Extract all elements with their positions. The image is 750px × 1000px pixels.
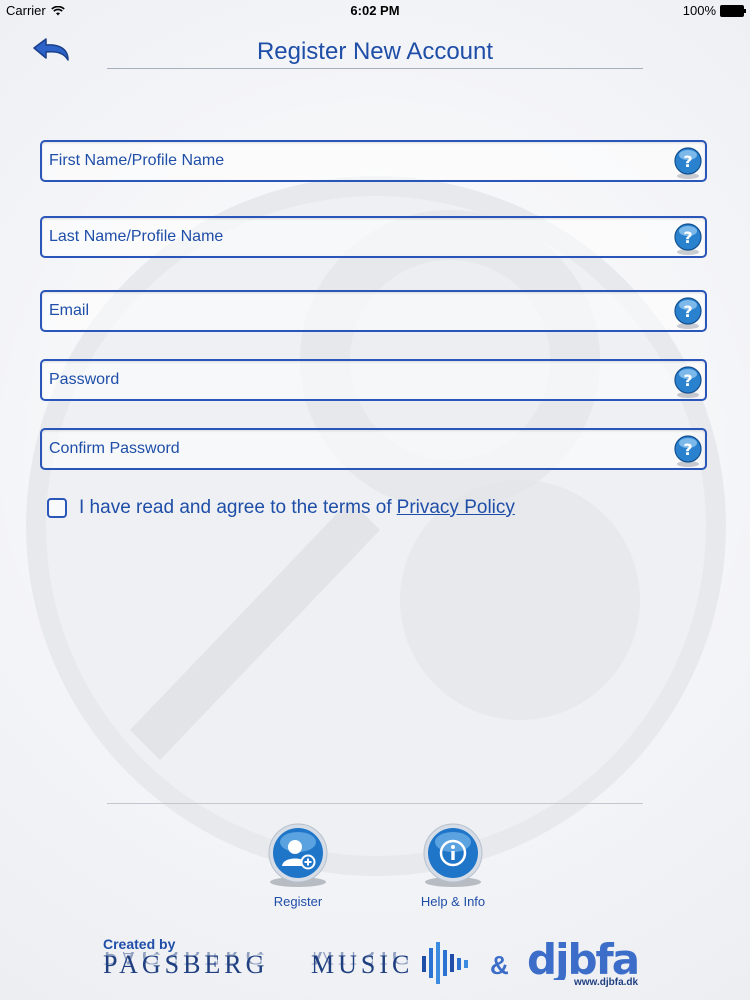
confirm-password-input[interactable] — [49, 430, 649, 468]
svg-text:?: ? — [683, 152, 692, 171]
first-name-input[interactable] — [49, 142, 649, 180]
privacy-policy-link[interactable]: Privacy Policy — [397, 497, 515, 519]
title-divider — [107, 68, 643, 69]
register-button[interactable]: Register — [243, 822, 353, 909]
password-field: ? — [40, 359, 707, 401]
svg-text:?: ? — [683, 371, 692, 390]
question-mark-icon[interactable]: ? — [673, 296, 703, 330]
djbfa-logo: djbfa — [527, 935, 640, 980]
email-input[interactable] — [49, 292, 649, 330]
battery-label: 100% — [682, 3, 716, 18]
status-time: 6:02 PM — [350, 3, 400, 18]
svg-text:?: ? — [683, 302, 692, 321]
help-info-button[interactable]: Help & Info — [398, 822, 508, 909]
confirm-password-field: ? — [40, 428, 707, 470]
password-input[interactable] — [49, 361, 649, 399]
background-watermark-icon — [26, 176, 726, 876]
status-bar: Carrier 6:02 PM 100% — [0, 0, 750, 22]
music-logo-reflection: MUSIC — [311, 941, 414, 970]
question-mark-icon[interactable]: ? — [673, 222, 703, 256]
info-icon — [423, 823, 483, 887]
ampersand-label: & — [490, 950, 509, 980]
battery-icon — [720, 4, 746, 17]
email-field: ? — [40, 290, 707, 332]
add-user-icon — [268, 823, 328, 887]
first-name-field: ? — [40, 140, 707, 182]
terms-checkbox[interactable] — [47, 498, 67, 518]
svg-text:?: ? — [683, 228, 692, 247]
page-title: Register New Account — [256, 38, 494, 65]
help-info-label: Help & Info — [420, 894, 486, 909]
sound-wave-icon — [422, 942, 468, 984]
svg-text:djbfa: djbfa — [527, 935, 638, 980]
last-name-field: ? — [40, 216, 707, 258]
footer-branding: Created by PAGSBERG PAGSBERG MUSIC MUSIC… — [0, 930, 750, 1000]
terms-text: I have read and agree to the terms of — [79, 497, 392, 518]
svg-text:?: ? — [683, 440, 692, 459]
battery-indicator: 100% — [682, 3, 746, 18]
question-mark-icon[interactable]: ? — [673, 434, 703, 468]
question-mark-icon[interactable]: ? — [673, 146, 703, 180]
last-name-input[interactable] — [49, 218, 649, 256]
register-label: Register — [273, 894, 323, 909]
djbfa-url: www.djbfa.dk — [574, 977, 639, 988]
bottom-divider — [107, 803, 643, 804]
terms-row: I have read and agree to the terms of Pr… — [47, 494, 515, 522]
question-mark-icon[interactable]: ? — [673, 365, 703, 399]
